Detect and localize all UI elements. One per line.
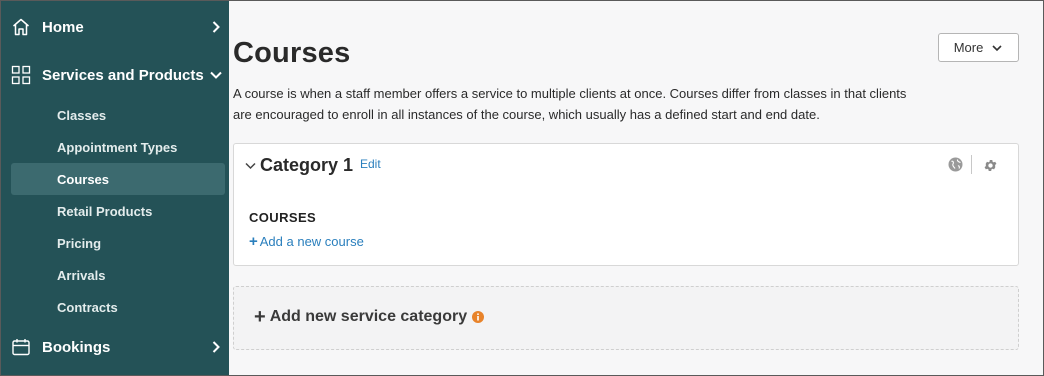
- page-description: A course is when a staff member offers a…: [233, 83, 933, 125]
- sidebar: Home Services and Products Classes Appoi…: [1, 1, 229, 375]
- divider: [971, 155, 972, 174]
- calendar-icon: [12, 339, 30, 356]
- sidebar-item-courses[interactable]: Courses: [11, 163, 225, 195]
- add-service-category-button[interactable]: + Add new service category: [233, 286, 1019, 350]
- chevron-down-icon: [210, 71, 222, 79]
- sidebar-item-arrivals[interactable]: Arrivals: [11, 259, 225, 291]
- page-title: Courses: [233, 37, 351, 69]
- info-icon[interactable]: [472, 311, 485, 323]
- sidebar-item-label: Retail Products: [57, 203, 153, 219]
- grid-icon: [11, 65, 31, 85]
- nav-services-label: Services and Products: [42, 66, 204, 84]
- nav-bookings-label: Bookings: [42, 338, 111, 356]
- plus-icon: +: [249, 233, 258, 250]
- main-content: Courses More A course is when a staff me…: [229, 1, 1043, 375]
- add-category-label: Add new service category: [269, 308, 468, 325]
- more-button-label: More: [953, 40, 984, 55]
- sidebar-item-appointment-types[interactable]: Appointment Types: [11, 131, 225, 163]
- nav-services-and-products[interactable]: Services and Products: [1, 52, 229, 98]
- chevron-down-icon[interactable]: [244, 159, 257, 172]
- category-title: Category 1: [260, 155, 354, 175]
- description-line: are encouraged to enroll in all instance…: [233, 107, 820, 122]
- sidebar-item-label: Pricing: [57, 235, 102, 251]
- sidebar-item-label: Arrivals: [57, 267, 106, 283]
- chevron-right-icon: [212, 341, 220, 353]
- sidebar-item-classes[interactable]: Classes: [11, 99, 225, 131]
- nav-home[interactable]: Home: [1, 4, 229, 50]
- sidebar-item-label: Courses: [57, 171, 110, 187]
- category-edit-link[interactable]: Edit: [360, 157, 381, 171]
- globe-icon[interactable]: [948, 157, 963, 172]
- app-window: Home Services and Products Classes Appoi…: [0, 0, 1044, 376]
- plus-icon: +: [254, 306, 266, 328]
- sidebar-item-label: Contracts: [57, 299, 118, 315]
- nav-home-label: Home: [42, 18, 84, 36]
- category-card: Category 1 Edit COURSES + Add a new cour…: [233, 143, 1019, 266]
- home-icon: [13, 18, 29, 36]
- add-course-link[interactable]: + Add a new course: [249, 233, 364, 250]
- chevron-down-icon: [992, 44, 1002, 51]
- more-button[interactable]: More: [938, 33, 1019, 62]
- sidebar-item-retail-products[interactable]: Retail Products: [11, 195, 225, 227]
- nav-bookings[interactable]: Bookings: [1, 324, 229, 370]
- gear-icon: [984, 160, 997, 171]
- sidebar-item-pricing[interactable]: Pricing: [11, 227, 225, 259]
- courses-section-label: COURSES: [249, 210, 317, 225]
- sidebar-item-label: Classes: [57, 107, 107, 123]
- sidebar-item-label: Appointment Types: [57, 139, 178, 155]
- chevron-right-icon: [212, 21, 220, 33]
- description-line: A course is when a staff member offers a…: [233, 86, 907, 101]
- add-course-label: Add a new course: [259, 234, 364, 249]
- sidebar-item-contracts[interactable]: Contracts: [11, 291, 225, 323]
